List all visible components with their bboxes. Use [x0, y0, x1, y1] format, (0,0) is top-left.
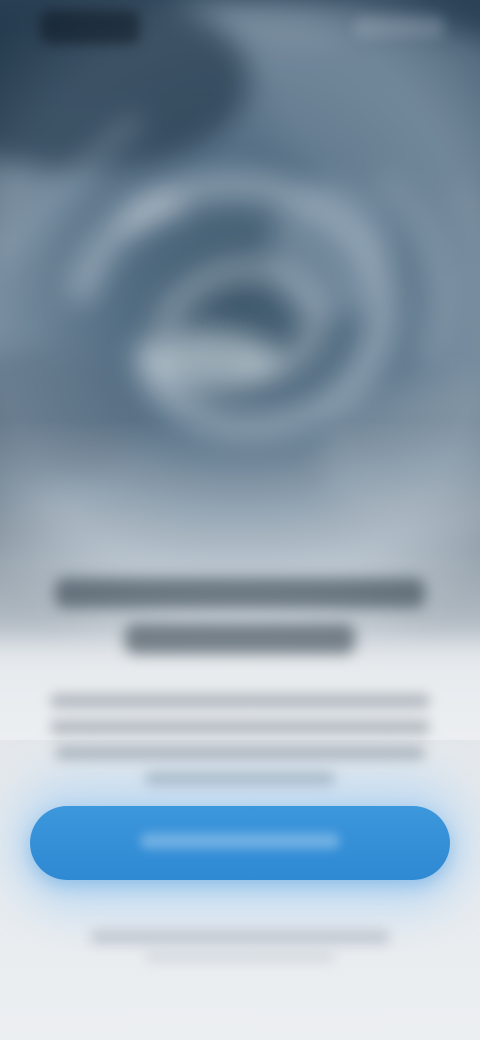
status-icons — [354, 16, 444, 38]
title-line-1 — [55, 578, 425, 608]
title-line-2 — [125, 624, 355, 654]
onboarding-screen — [0, 0, 480, 1040]
secondary-link-text-line-2 — [145, 952, 335, 962]
status-time — [40, 10, 140, 44]
secondary-link-text — [90, 930, 390, 944]
status-bar — [0, 0, 480, 56]
description-line-2 — [50, 720, 430, 734]
description-line-1 — [50, 694, 430, 708]
onboarding-description — [0, 694, 480, 786]
onboarding-content — [0, 560, 480, 786]
onboarding-title — [0, 578, 480, 654]
secondary-link[interactable] — [70, 930, 410, 962]
continue-button-label — [140, 832, 340, 849]
description-line-3 — [55, 746, 425, 760]
continue-button[interactable] — [30, 806, 450, 880]
